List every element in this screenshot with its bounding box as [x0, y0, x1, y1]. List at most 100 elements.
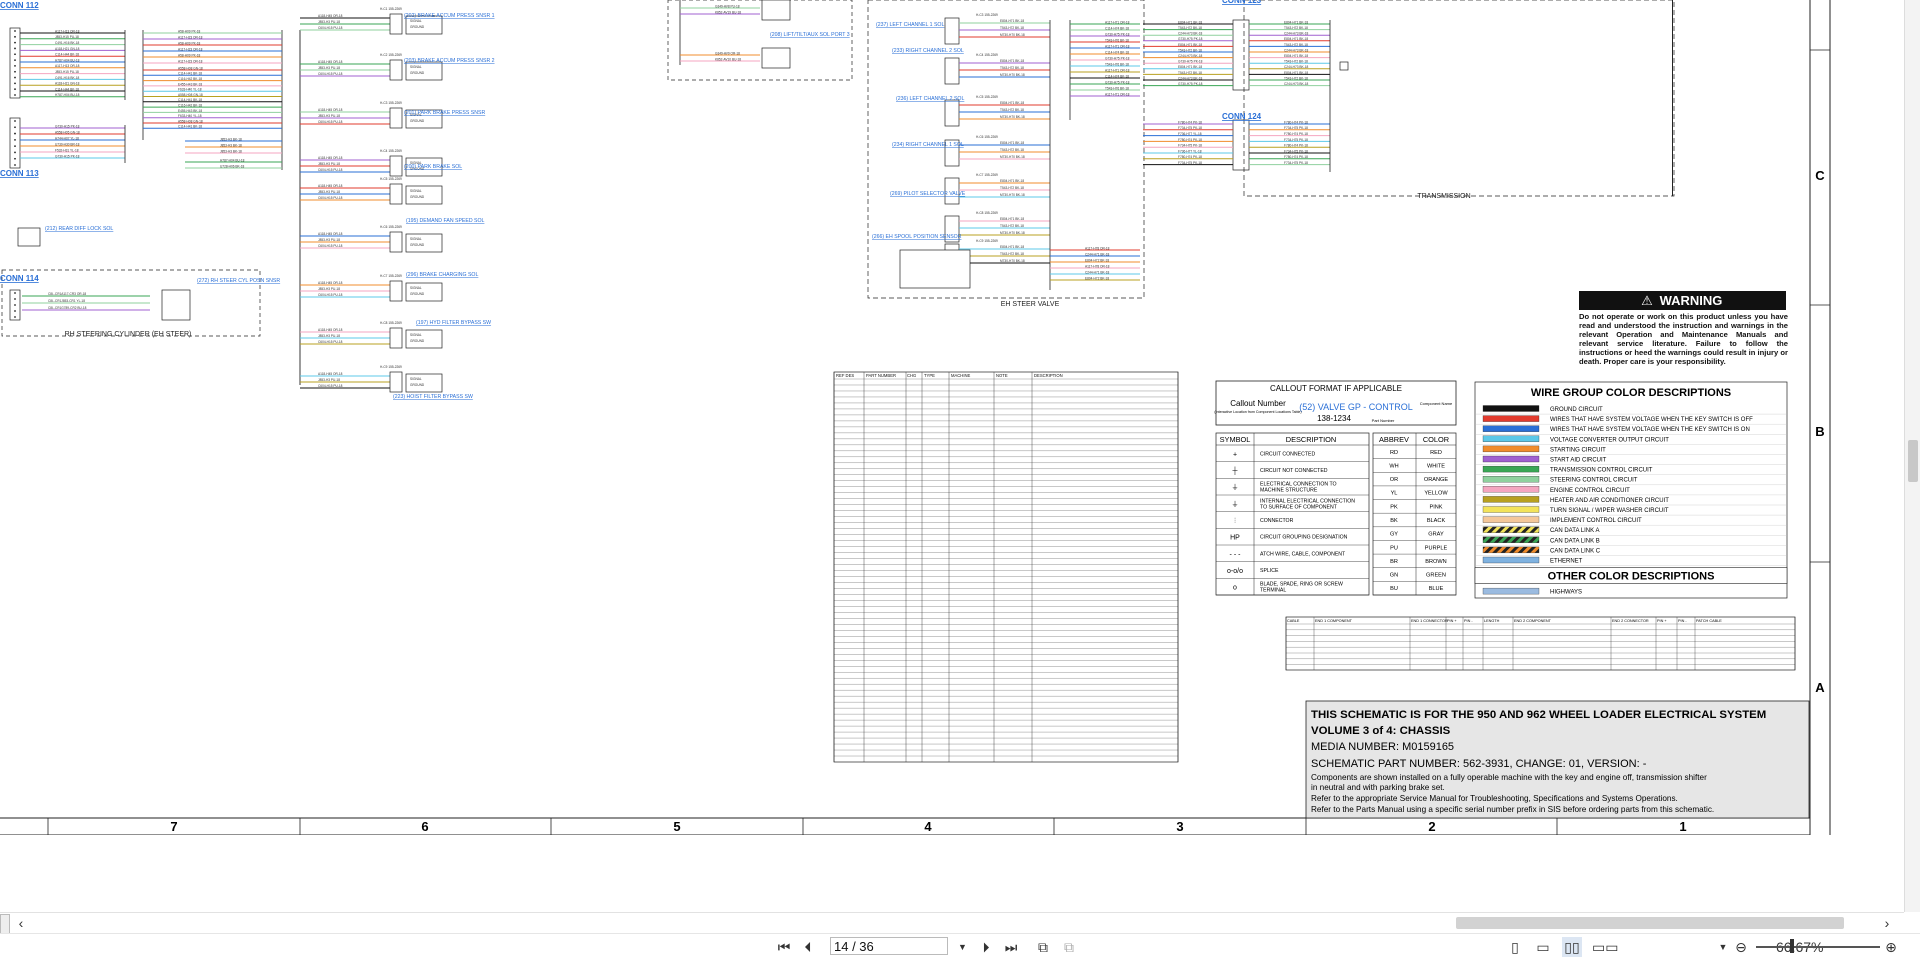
wire-label: H787-H04 BU-18 — [220, 158, 245, 162]
component-link: (272) RH STEER CYL POSN SNSR — [197, 278, 280, 284]
component-link: (202) BRAKE ACCUM PRESS SNSR 1 — [404, 13, 495, 19]
wire-label: C604-H15 PU-18 — [318, 384, 343, 388]
transmission-edge — [1672, 0, 1673, 196]
vertical-scrollbar-thumb[interactable] — [1908, 440, 1918, 482]
wire-label: G730-H15 PK-18 — [55, 124, 80, 128]
wire-label: A117-H13 OR-18 — [55, 29, 80, 33]
wire-color-swatch — [1482, 405, 1540, 412]
wire-label: H-C9 155-2269 — [976, 239, 998, 243]
connector-pin — [14, 132, 16, 135]
wire-label: T543-H72 BK-18 — [1284, 76, 1308, 80]
wire-color-label: WIRES THAT HAVE SYSTEM VOLTAGE WHEN THE … — [1550, 427, 1750, 433]
wire-label: E804-H71 BK-18 — [1284, 71, 1308, 75]
wire-label: G349-AV9 OR-18 — [715, 51, 740, 55]
two-page-view-icon[interactable]: ▯▯ — [1562, 937, 1582, 957]
zoom-in-icon[interactable]: ⊕ — [1882, 937, 1900, 957]
zoom-slider[interactable] — [1756, 946, 1880, 948]
last-page-icon[interactable]: ⏭ — [1002, 937, 1020, 957]
wire-label: A118-H45 OR-18 — [318, 60, 343, 64]
wire-label: A118-H45 OR-18 — [318, 108, 343, 112]
wire-label: A117-H78 OR-18 — [1085, 264, 1110, 268]
horizontal-scrollbar-thumb[interactable] — [1456, 917, 1844, 929]
two-page-continuous-icon[interactable]: ▭▭ — [1592, 937, 1618, 957]
abbrev-color: BLACK — [1427, 518, 1446, 524]
wire-color-swatch — [1482, 445, 1540, 453]
document-viewport[interactable]: 7 6 5 4 3 2 1 C B A A117-H13 OR-18 J853-H15 PU-18… — [0, 0, 1920, 912]
wire-label: E804-H71 BK-18 — [1000, 245, 1024, 249]
table-header: CABLE — [1287, 619, 1300, 623]
single-page-view-icon[interactable]: ▯ — [1506, 937, 1524, 957]
wire-label: A118-H45 OR-18 — [318, 372, 343, 376]
wire-label: SIGNAL — [410, 19, 422, 23]
abbrev-color: RED — [1430, 450, 1442, 456]
wire-label: A118-H45 OR-18 — [318, 281, 343, 285]
wire-label: J853-H3 BK-18 — [220, 149, 242, 153]
wire-label: M730-H70 BK-18 — [1000, 259, 1025, 263]
table-header: PIN - — [1464, 619, 1473, 623]
wire-label: A117-H71 OR-18 — [1105, 44, 1130, 48]
vertical-scrollbar[interactable] — [1904, 0, 1920, 912]
wire-color-swatch — [1482, 496, 1540, 503]
grid-column-number: 4 — [924, 819, 932, 834]
fit-page-icon[interactable]: ⧉ — [1034, 937, 1052, 957]
callout-sub-label: (Interactive Location from Component Loc… — [1214, 410, 1301, 414]
wire-label: C491-H16 BK-18 — [55, 76, 80, 80]
table-header: CHG — [907, 373, 916, 378]
connector-pin — [14, 138, 16, 141]
abbrev-code: BR — [1390, 559, 1398, 565]
wire-label: G730-H75 PK-18 — [1178, 82, 1203, 86]
wire-label: C244-H73 BK-18 — [1178, 54, 1203, 58]
grid-column-number: 2 — [1428, 819, 1435, 834]
wire-color-swatch — [1482, 455, 1540, 463]
wire-label: SIGNAL — [410, 286, 422, 290]
wire-label: T543-H72 BK-18 — [1178, 26, 1202, 30]
wire-label: F734-H75 PK-18 — [1178, 126, 1202, 130]
wire-color-swatch — [1482, 587, 1540, 595]
wire-label: A117-H13 OR-18 — [55, 64, 80, 68]
connector-pin — [14, 151, 16, 154]
wire-label: J853-H3 BK-18 — [220, 143, 242, 147]
wire-color-label: CAN DATA LINK B — [1550, 538, 1600, 544]
wire-label: GROUND — [410, 71, 425, 75]
next-page-icon[interactable]: ⏵ — [978, 937, 994, 957]
horizontal-scrollbar[interactable]: ‹ › — [0, 912, 1904, 934]
zoom-out-icon[interactable]: ⊖ — [1732, 937, 1750, 957]
wire-label: C491-H16 BK-18 — [55, 41, 80, 45]
valve-outline — [667, 0, 853, 81]
continuous-view-icon[interactable]: ▭ — [1534, 937, 1552, 957]
fit-width-icon[interactable]: ⧉ — [1060, 937, 1078, 957]
previous-page-icon[interactable]: ⏴ — [800, 937, 816, 957]
wire-label: A118-H45 OR-18 — [318, 14, 343, 18]
wire-label: F736-H77 YL-18 — [1178, 132, 1202, 136]
wire-label: F532-H31 YL-18 — [55, 148, 79, 152]
page-dropdown-icon[interactable]: ▼ — [958, 937, 970, 957]
table-header: MACHINE — [951, 373, 971, 378]
connector-body — [944, 99, 960, 127]
component-link: (201) PARK BRAKE PRESS SNSR — [404, 110, 485, 116]
wire-label: F780-H74 PK-18 — [1284, 144, 1308, 148]
wire-label: J853-H3 PU-18 — [318, 378, 340, 382]
title-note-1: Components are shown installed on a full… — [1311, 773, 1707, 782]
wire-label: J853-H3 PU-18 — [318, 287, 340, 291]
wire-color-label: WIRES THAT HAVE SYSTEM VOLTAGE WHEN THE … — [1550, 417, 1753, 423]
first-page-icon[interactable]: ⏮ — [776, 937, 792, 957]
wire-label: F780-H74 PK-18 — [1178, 138, 1202, 142]
wire-label: U730-H30 BR-18 — [55, 142, 80, 146]
title-schematic-number: SCHEMATIC PART NUMBER: 562-3931, CHANGE:… — [1311, 758, 1647, 770]
wire-label: E804-H71 BK-18 — [1284, 54, 1308, 58]
zoom-slider-handle[interactable] — [1790, 939, 1794, 953]
abbrev-code: PK — [1390, 504, 1398, 510]
wire-label: J853-H3 PU-18 — [318, 114, 340, 118]
wire-label: H-C2 155-2269 — [380, 53, 402, 57]
wire-label: C116-H42 BK-18 — [178, 77, 202, 81]
page-number-input[interactable]: 14 / 36 — [830, 937, 948, 955]
wire-color-swatch — [1482, 526, 1540, 533]
scroll-right-icon[interactable]: › — [1880, 913, 1894, 933]
zoom-dropdown-icon[interactable]: ▼ — [1718, 937, 1728, 957]
connector-body — [389, 59, 403, 81]
wire-label: C116-H42 BK-18 — [178, 104, 202, 108]
wire-label: C114-H44 BK-18 — [55, 53, 79, 57]
scroll-left-icon[interactable]: ‹ — [14, 913, 28, 933]
abbrev-color: WHITE — [1427, 463, 1445, 469]
panel-toggle-handle[interactable] — [0, 914, 10, 934]
